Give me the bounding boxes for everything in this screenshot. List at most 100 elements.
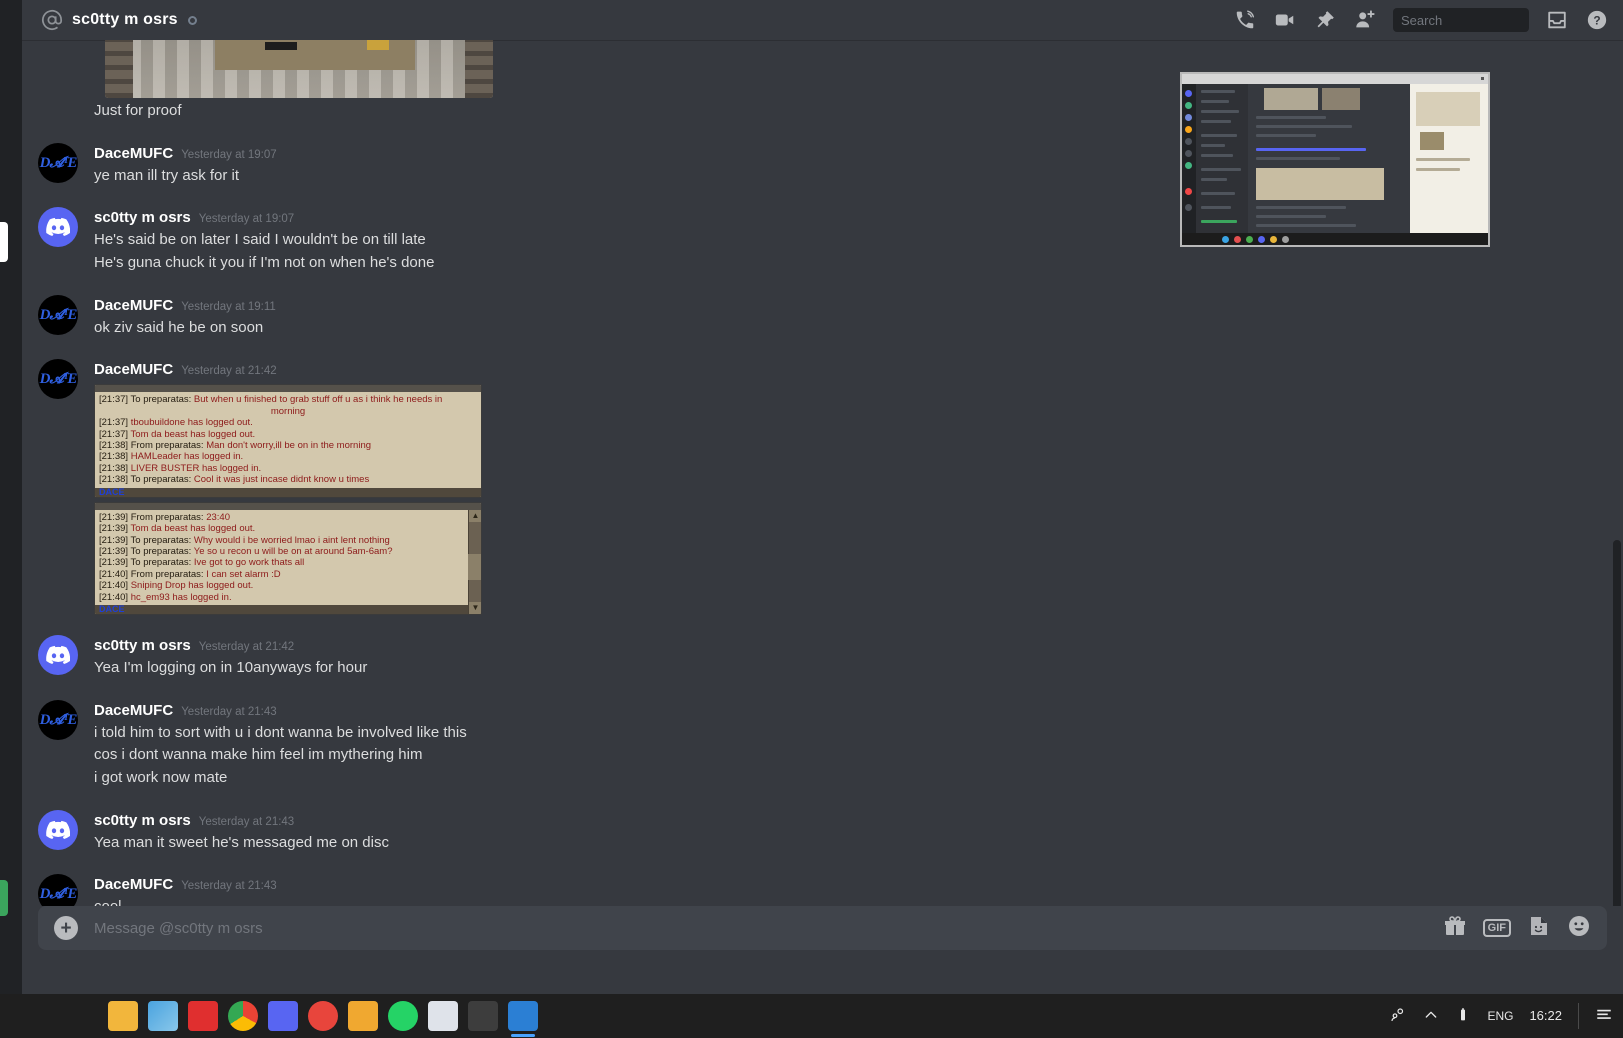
add-attachment-button[interactable]: +	[54, 916, 78, 940]
message-author[interactable]: sc0tty m osrs	[94, 208, 191, 228]
discord-window: sc0tty m osrs Search ? Just for proof D𝓐…	[0, 0, 1623, 1038]
gif-icon[interactable]: GIF	[1482, 918, 1511, 938]
rs-chat-line: [21:37] Tom da beast has logged out.	[99, 428, 256, 440]
avatar[interactable]: D𝓐ᵀE	[38, 294, 78, 335]
message-group: sc0tty m osrs Yesterday at 19:07 He's sa…	[22, 206, 1623, 276]
discord-taskbar-icon[interactable]	[268, 1001, 298, 1031]
channel-header: sc0tty m osrs Search ?	[22, 0, 1623, 40]
folder-taskbar-icon[interactable]	[348, 1001, 378, 1031]
avatar[interactable]	[38, 809, 78, 850]
message-text: Yea I'm logging on in 10anyways for hour	[94, 658, 368, 676]
attachment-image-crop[interactable]	[105, 40, 493, 98]
message-list[interactable]: Just for proof D𝓐ᵀE DaceMUFC Yesterday a…	[22, 40, 1623, 906]
message-input[interactable]	[94, 919, 1443, 937]
avatar[interactable]: D𝓐ᵀE	[38, 359, 78, 400]
rs-chat-scrollbar[interactable]: ▲ ▼	[468, 509, 481, 614]
attachment-runescape-chat-1[interactable]: [21:37] To preparatas: But when u finish…	[94, 384, 482, 498]
rs-chat-line: [21:40] Sniping Drop has logged out.	[99, 580, 254, 592]
scroll-thumb[interactable]	[468, 553, 481, 580]
media-taskbar-icon[interactable]	[308, 1001, 338, 1031]
rs-chat-line: [21:39] To preparatas: Ive got to go wor…	[99, 557, 305, 569]
message-text: Yea man it sweet he's messaged me on dis…	[94, 833, 389, 851]
message-group: Just for proof	[22, 40, 1623, 125]
page-title: sc0tty m osrs	[72, 11, 178, 28]
composer-actions: GIF	[1443, 914, 1591, 943]
attachment-runescape-chat-2[interactable]: [21:39] From preparatas: 23:40 [21:39] T…	[94, 501, 482, 615]
server-rail	[0, 0, 22, 994]
message-timestamp: Yesterday at 21:43	[198, 815, 295, 828]
message-text: ye man ill try ask for it	[94, 166, 240, 184]
pin-icon[interactable]	[1313, 8, 1337, 32]
inbox-icon[interactable]	[1545, 8, 1569, 32]
message-author[interactable]: DaceMUFC	[94, 701, 173, 721]
snip-taskbar-icon[interactable]	[508, 1001, 538, 1037]
avatar[interactable]: D𝓐ᵀE	[38, 874, 78, 906]
rs-chat-line: morning	[270, 405, 306, 417]
rs-chat-line: [21:38] To preparatas: Cool it was just …	[99, 474, 370, 486]
discord-logo-icon	[46, 645, 70, 664]
message-text: Just for proof	[94, 102, 182, 119]
avatar[interactable]: D𝓐ᵀE	[38, 699, 78, 740]
rs-chat-line: [21:38] From preparatas: Man don't worry…	[99, 440, 372, 452]
battery-icon[interactable]	[1455, 1007, 1471, 1026]
message-scrollbar[interactable]	[1613, 540, 1621, 920]
message-timestamp: Yesterday at 21:42	[181, 365, 277, 378]
at-icon	[40, 8, 64, 32]
avatar[interactable]	[38, 207, 78, 248]
message-text: cool	[94, 896, 1575, 906]
svg-text:?: ?	[1593, 14, 1600, 28]
discord-logo-icon	[46, 218, 70, 237]
message-timestamp: Yesterday at 21:43	[181, 880, 277, 893]
avatar[interactable]: D𝓐ᵀE	[38, 142, 78, 183]
emoji-icon[interactable]	[1567, 914, 1591, 943]
message-timestamp: Yesterday at 19:07	[181, 148, 277, 161]
rs-chat-line: [21:37] To preparatas: But when u finish…	[99, 394, 443, 406]
taskbar-apps	[0, 994, 538, 1038]
rs-chat-line: [21:38] HAMLeader has logged in.	[99, 451, 244, 463]
message-group: D𝓐ᵀE DaceMUFC Yesterday at 21:42 [21:37]…	[22, 358, 1623, 617]
message-group: D𝓐ᵀE DaceMUFC Yesterday at 19:11 ok ziv …	[22, 294, 1623, 342]
rs-chat-lines-1: [21:37] To preparatas: But when u finish…	[95, 392, 481, 488]
rs-chat-line: [21:39] To preparatas: Ye so u recon u w…	[99, 545, 393, 557]
message-timestamp: Yesterday at 21:43	[181, 705, 277, 718]
action-center-icon[interactable]	[1595, 1006, 1613, 1027]
message-author[interactable]: DaceMUFC	[94, 875, 173, 895]
video-call-icon[interactable]	[1273, 8, 1297, 32]
whatsapp-taskbar-icon[interactable]	[388, 1001, 418, 1031]
file-explorer-taskbar-icon[interactable]	[108, 1001, 138, 1031]
message-author[interactable]: sc0tty m osrs	[94, 636, 191, 656]
message-author[interactable]: DaceMUFC	[94, 296, 173, 316]
calculator-taskbar-icon[interactable]	[428, 1001, 458, 1031]
show-hidden-icons-icon[interactable]	[1423, 1007, 1439, 1026]
scroll-down-icon[interactable]: ▼	[469, 601, 481, 614]
sticker-icon[interactable]	[1527, 914, 1551, 943]
header-actions: ?	[1233, 8, 1623, 32]
message-group: sc0tty m osrs Yesterday at 21:43 Yea man…	[22, 809, 1623, 857]
chrome-taskbar-icon[interactable]	[228, 1001, 258, 1031]
voice-call-icon[interactable]	[1233, 8, 1257, 32]
youtube-taskbar-icon[interactable]	[188, 1001, 218, 1031]
search-box[interactable]	[1393, 8, 1577, 32]
rs-chat-line: [21:39] To preparatas: Why would i be wo…	[99, 534, 390, 546]
help-icon[interactable]: ?	[1585, 8, 1609, 32]
message-group: D𝓐ᵀE DaceMUFC Yesterday at 19:07 ye man …	[22, 142, 1623, 190]
runelite-taskbar-icon[interactable]	[468, 1001, 498, 1031]
add-friend-icon[interactable]	[1353, 8, 1377, 32]
taskbar-clock[interactable]: 16:22	[1529, 1008, 1562, 1024]
system-tray: ENG 16:22	[1389, 1003, 1623, 1029]
scroll-up-icon[interactable]: ▲	[469, 509, 481, 522]
language-indicator[interactable]: ENG	[1487, 1009, 1513, 1023]
status-badge	[187, 15, 197, 25]
message-author[interactable]: sc0tty m osrs	[94, 811, 191, 831]
gift-icon[interactable]	[1443, 914, 1467, 943]
avatar[interactable]	[38, 634, 78, 675]
message-group: D𝓐ᵀE DaceMUFC Yesterday at 21:43 i told …	[22, 699, 1623, 792]
message-author[interactable]: DaceMUFC	[94, 144, 173, 164]
people-icon[interactable]	[1389, 1006, 1407, 1027]
rs-chat-username: DACE	[99, 486, 125, 497]
server-pill-unread[interactable]	[0, 880, 8, 916]
message-author[interactable]: DaceMUFC	[94, 360, 173, 380]
server-pill-active[interactable]	[0, 222, 8, 262]
photos-taskbar-icon[interactable]	[148, 1001, 178, 1031]
message-text: cos i dont wanna make him feel im myther…	[94, 746, 423, 764]
